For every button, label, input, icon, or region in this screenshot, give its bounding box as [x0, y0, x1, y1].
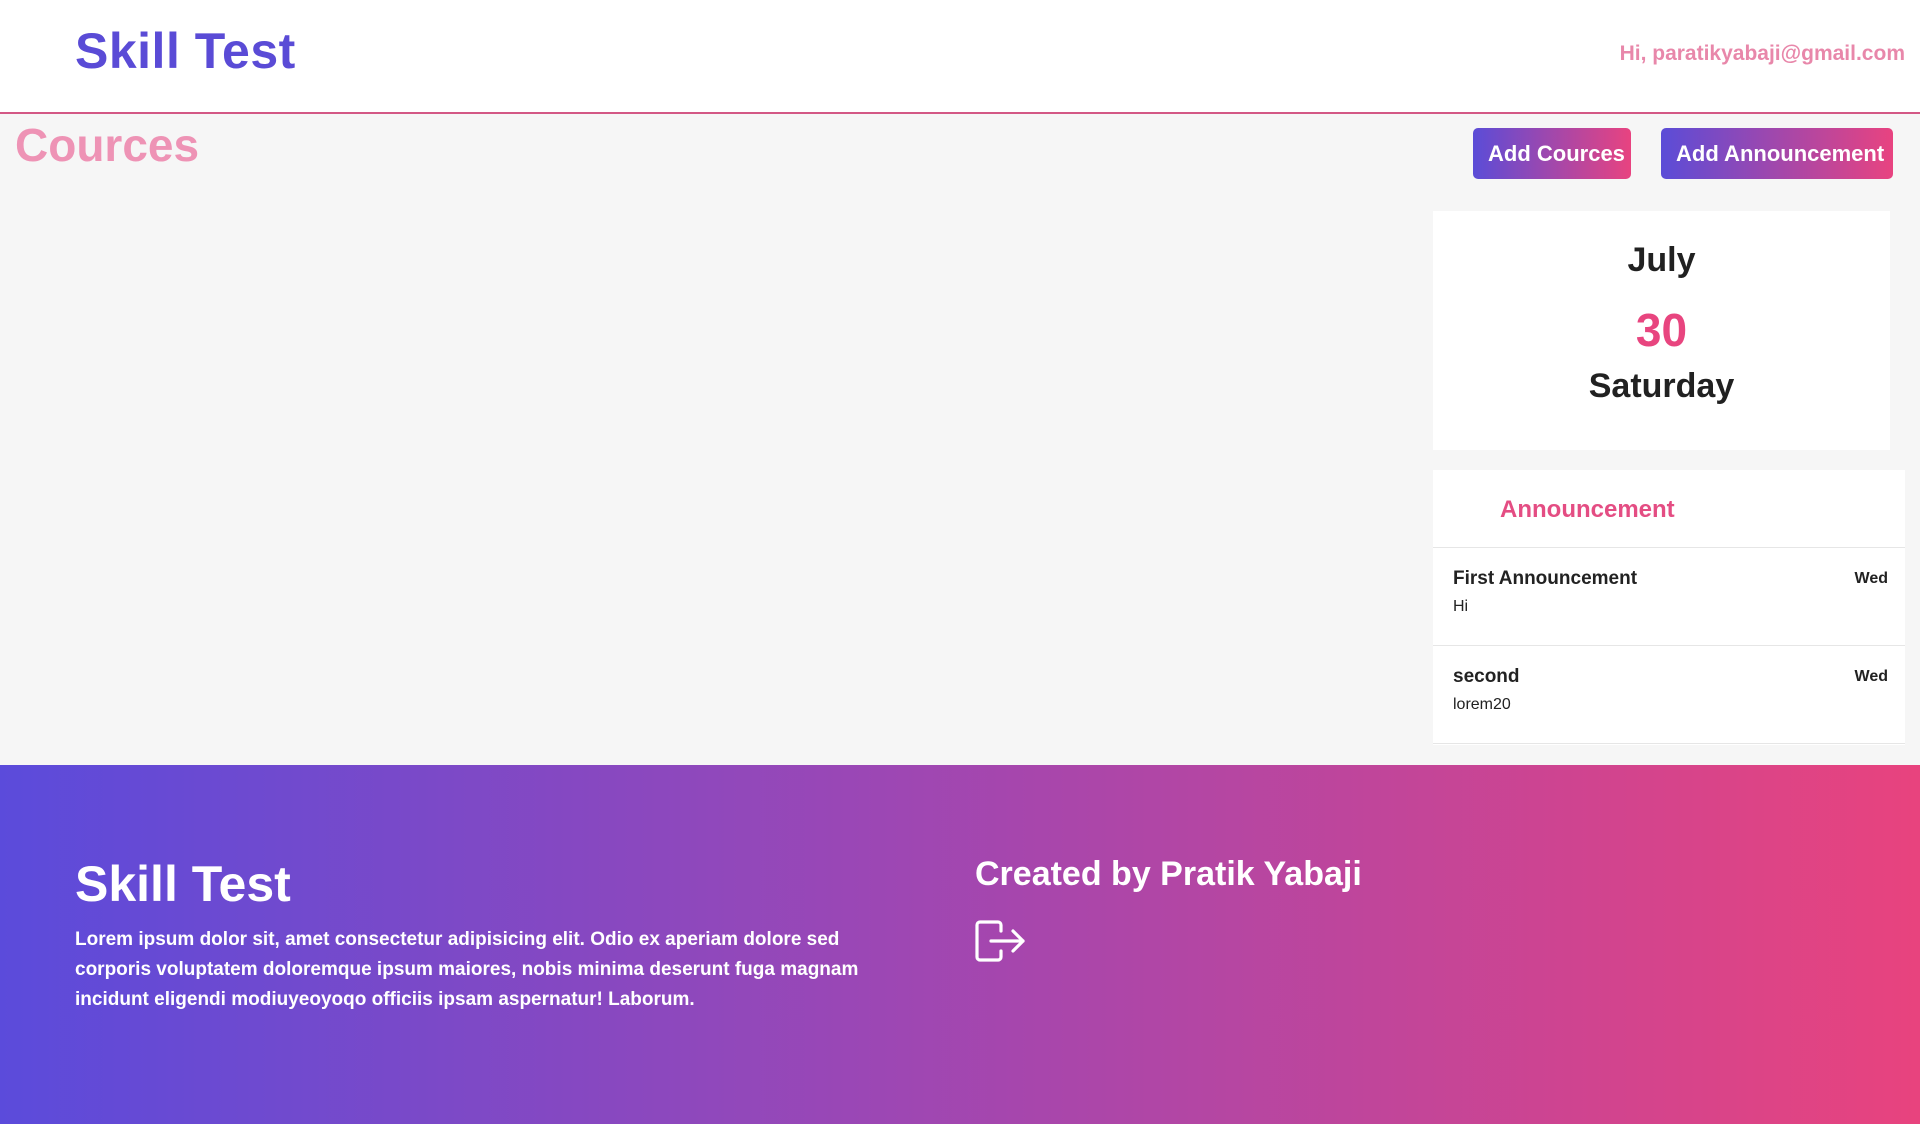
announcement-title: second: [1453, 666, 1520, 687]
announcement-item[interactable]: First Announcement Hi Wed: [1433, 548, 1905, 646]
date-weekday: Saturday: [1588, 367, 1735, 405]
user-greeting: Hi, paratikyabaji@gmail.com: [1619, 42, 1905, 65]
page-title: Cources: [15, 119, 200, 171]
brand-logo[interactable]: Skill Test: [75, 22, 296, 80]
add-cources-button[interactable]: Add Cources: [1473, 128, 1631, 179]
announcement-panel: Announcement First Announcement Hi Wed s…: [1433, 470, 1905, 745]
announcement-title: First Announcement: [1453, 568, 1638, 589]
add-announcement-button[interactable]: Add Announcement: [1661, 128, 1893, 179]
announcement-item[interactable]: second lorem20 Wed: [1433, 646, 1905, 744]
date-month: July: [1627, 241, 1696, 279]
announcement-day: Wed: [1854, 570, 1888, 587]
footer-brand: Skill Test: [75, 856, 291, 912]
date-card: July 30 Saturday: [1433, 211, 1890, 450]
footer-description: Lorem ipsum dolor sit, amet consectetur …: [75, 929, 859, 1010]
announcement-body: Hi: [1453, 598, 1469, 615]
top-navbar: Skill Test Hi, paratikyabaji@gmail.com: [0, 0, 1920, 114]
footer: Skill Test Lorem ipsum dolor sit, amet c…: [0, 765, 1920, 1124]
announcement-day: Wed: [1854, 668, 1888, 685]
announcement-body: lorem20: [1453, 696, 1511, 713]
footer-credit: Created by Pratik Yabaji: [975, 855, 1362, 893]
date-day: 30: [1635, 304, 1688, 356]
announcement-heading: Announcement: [1433, 470, 1905, 548]
logout-icon[interactable]: [975, 920, 1027, 962]
